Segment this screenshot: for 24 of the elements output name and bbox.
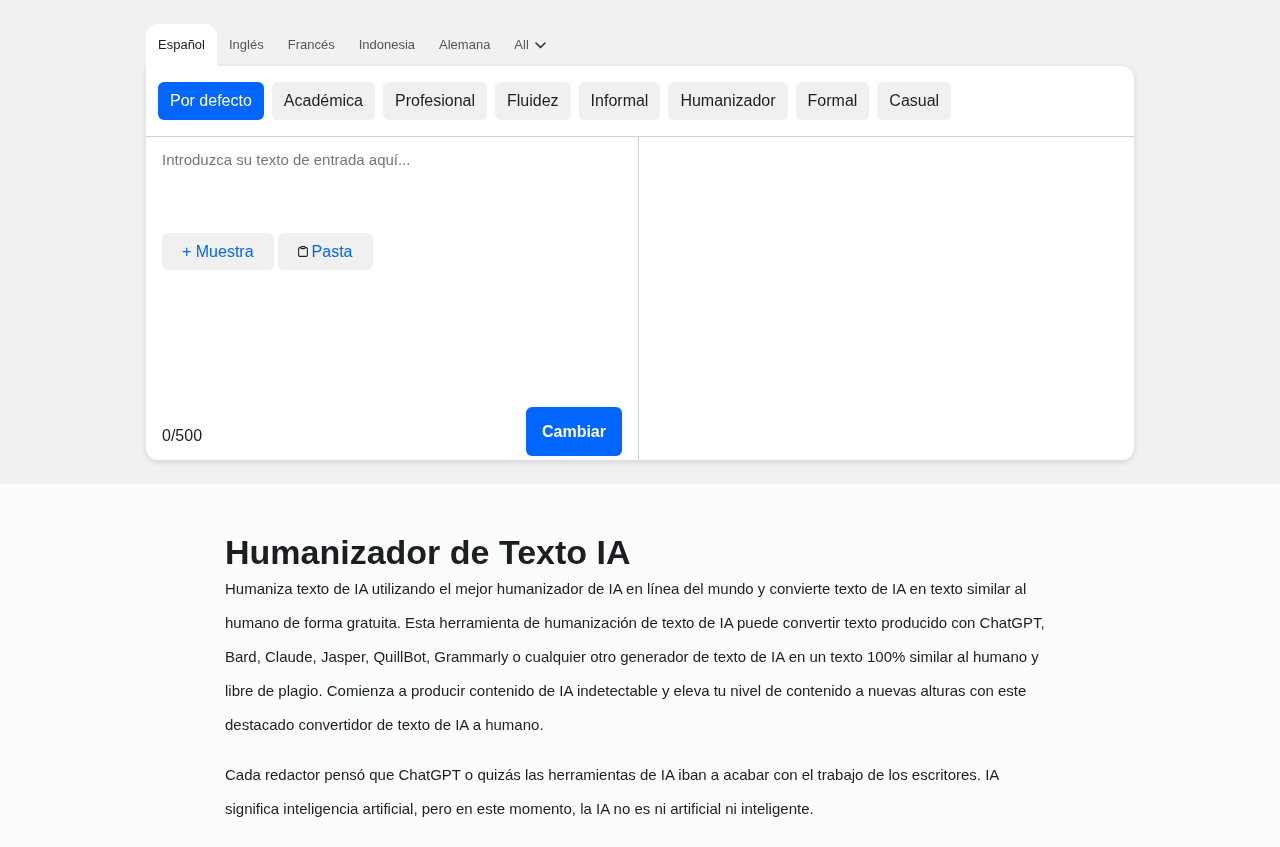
- mode-chip[interactable]: Humanizador: [668, 82, 788, 120]
- article-paragraph: Cada redactor pensó que ChatGPT o quizás las herramientas de IA iban a acabar con el trabajo de los escritores. IA significa inteligencia artificial, pero en este momento, la IA no es ni artificial ni inteligente.: [225, 765, 1000, 819]
- mode-chip[interactable]: Por defecto: [158, 82, 264, 120]
- mode-chip[interactable]: Fluidez: [495, 82, 571, 120]
- character-counter: 0/500: [162, 425, 203, 446]
- mode-chip[interactable]: Formal: [795, 82, 870, 120]
- mode-chip[interactable]: Académica: [271, 82, 375, 120]
- language-dropdown[interactable]: All: [502, 24, 558, 66]
- language-tab[interactable]: Alemana: [427, 24, 503, 66]
- language-tab[interactable]: Francés: [275, 24, 347, 66]
- language-tab[interactable]: Inglés: [217, 24, 276, 66]
- language-tab[interactable]: Indonesia: [346, 24, 428, 66]
- clipboard-icon: [297, 246, 308, 257]
- input-field[interactable]: Introduzca su texto de entrada aquí...: [162, 149, 622, 225]
- mode-chip[interactable]: Informal: [578, 82, 661, 120]
- mode-chip[interactable]: Profesional: [383, 82, 488, 120]
- mode-chip[interactable]: Casual: [877, 82, 952, 120]
- submit-button[interactable]: Cambiar: [525, 407, 622, 456]
- article-title: Humanizador de Texto IA: [225, 532, 632, 572]
- article-paragraph: Humaniza texto de IA utilizando el mejor humanizador de IA en línea del mundo y convierte texto de IA en texto similar al humano de forma gratuita. Esta herramienta de humanización de texto de IA puede convertir texto producido con ChatGPT, Bard, Claude, Jasper, QuillBot, Grammarly o cualquier otro generador de texto de IA en un texto 100% similar al humano y libre de plagio. Comienza a producir contenido de IA indetectable y eleva tu nivel de contenido a nuevas alturas con este destacado convertidor de texto de IA a humano.: [225, 579, 1046, 735]
- sample-button[interactable]: + Muestra: [162, 233, 274, 270]
- paste-button[interactable]: Pasta: [277, 233, 373, 270]
- chevron-down-icon: [534, 41, 546, 49]
- language-tab[interactable]: Español: [146, 24, 217, 66]
